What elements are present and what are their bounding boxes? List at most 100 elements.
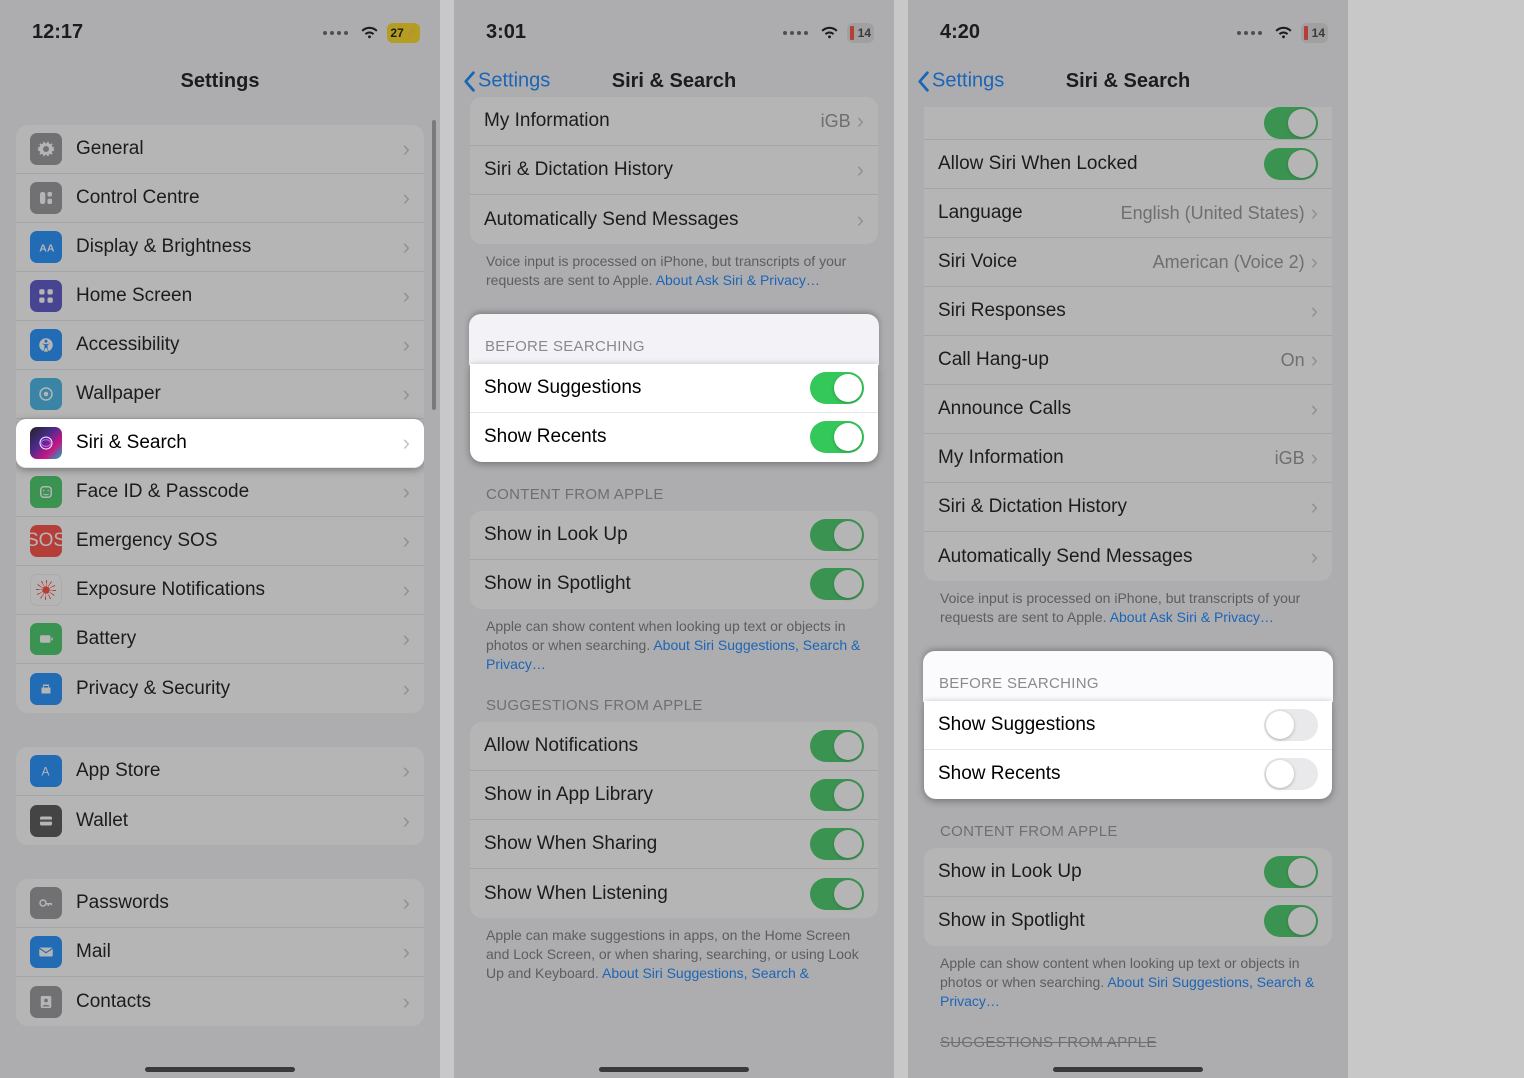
settings-row-automatically-send-messages[interactable]: Automatically Send Messages› [924, 532, 1332, 581]
row-label: Show When Sharing [484, 833, 810, 855]
battery-indicator: 14 [847, 23, 874, 43]
toggle[interactable] [1264, 148, 1318, 180]
toggle[interactable] [1264, 758, 1318, 790]
toggle[interactable] [810, 828, 864, 860]
chevron-right-icon: › [1311, 347, 1318, 373]
settings-row-show-in-look-up[interactable]: Show in Look Up [470, 511, 878, 560]
settings-row-app-store[interactable]: AApp Store› [16, 747, 424, 796]
scroll-indicator [432, 120, 436, 410]
settings-row-home-screen[interactable]: Home Screen› [16, 272, 424, 321]
suggestions-footer: Apple can make suggestions in apps, on t… [470, 918, 878, 983]
settings-row-battery[interactable]: Battery› [16, 615, 424, 664]
settings-row-face-id-passcode[interactable]: Face ID & Passcode› [16, 468, 424, 517]
settings-row-general[interactable]: General› [16, 125, 424, 174]
toggle[interactable] [1264, 107, 1318, 139]
settings-row-show-in-app-library[interactable]: Show in App Library [470, 771, 878, 820]
toggle[interactable] [810, 372, 864, 404]
settings-row-siri-search[interactable]: Siri & Search› [16, 419, 424, 468]
toggle[interactable] [1264, 709, 1318, 741]
toggle[interactable] [1264, 856, 1318, 888]
row-label: Control Centre [76, 187, 403, 209]
siri-icon [30, 427, 62, 459]
settings-row-wallpaper[interactable]: Wallpaper› [16, 370, 424, 419]
privacy-link[interactable]: About Ask Siri & Privacy… [1110, 609, 1274, 625]
toggle[interactable] [1264, 905, 1318, 937]
content-from-apple-header: CONTENT FROM APPLE [470, 462, 878, 511]
row-label: Home Screen [76, 285, 403, 307]
settings-row-show-in-spotlight[interactable]: Show in Spotlight [924, 897, 1332, 946]
settings-row-show-in-spotlight[interactable]: Show in Spotlight [470, 560, 878, 609]
cellular-dots-icon [323, 31, 348, 35]
settings-row-siri-voice[interactable]: Siri VoiceAmerican (Voice 2)› [924, 238, 1332, 287]
row-label: Contacts [76, 991, 403, 1013]
toggle[interactable] [810, 519, 864, 551]
contacts-icon [30, 986, 62, 1018]
settings-row-show-suggestions[interactable]: Show Suggestions [470, 364, 878, 413]
privacy-link[interactable]: About Siri Suggestions, Search & [602, 965, 809, 981]
settings-row-show-recents[interactable]: Show Recents [470, 413, 878, 462]
settings-row-mail[interactable]: Mail› [16, 928, 424, 977]
battery-indicator: 27⚡ [387, 23, 420, 43]
settings-row-language[interactable]: LanguageEnglish (United States)› [924, 189, 1332, 238]
row-label: Language [938, 202, 1121, 224]
privacy-link[interactable]: About Ask Siri & Privacy… [656, 272, 820, 288]
phone-screenshot-2: 3:01 14 Settings Siri & Search My Inform… [454, 0, 894, 1078]
settings-row-privacy-security[interactable]: Privacy & Security› [16, 664, 424, 713]
settings-group-3: Passwords›Mail›Contacts› [16, 879, 424, 1026]
toggle[interactable] [810, 878, 864, 910]
general-icon [30, 133, 62, 165]
settings-row-call-hang-up[interactable]: Call Hang-upOn› [924, 336, 1332, 385]
toggle[interactable] [810, 568, 864, 600]
chevron-right-icon: › [403, 758, 410, 784]
mail-icon [30, 936, 62, 968]
content-footer: Apple can show content when looking up t… [924, 946, 1332, 1011]
back-button[interactable]: Settings [462, 70, 550, 93]
settings-row-show-when-listening[interactable]: Show When Listening [470, 869, 878, 918]
row-label: General [76, 138, 403, 160]
settings-row-passwords[interactable]: Passwords› [16, 879, 424, 928]
content-footer: Apple can show content when looking up t… [470, 609, 878, 674]
toggle[interactable] [810, 730, 864, 762]
settings-row-show-recents[interactable]: Show Recents [924, 750, 1332, 799]
settings-row-automatically-send-messages[interactable]: Automatically Send Messages› [470, 195, 878, 244]
settings-row-show-in-look-up[interactable]: Show in Look Up [924, 848, 1332, 897]
cc-icon [30, 182, 62, 214]
wifi-icon [1274, 26, 1293, 40]
settings-row-my-information[interactable]: My InformationiGB› [924, 434, 1332, 483]
row-label: Siri Responses [938, 300, 1311, 322]
settings-row-allow-notifications[interactable]: Allow Notifications [470, 722, 878, 771]
settings-row-siri-dictation-history[interactable]: Siri & Dictation History› [924, 483, 1332, 532]
settings-row-siri-dictation-history[interactable]: Siri & Dictation History› [470, 146, 878, 195]
settings-row-control-centre[interactable]: Control Centre› [16, 174, 424, 223]
back-button[interactable]: Settings [916, 70, 1004, 93]
settings-row-contacts[interactable]: Contacts› [16, 977, 424, 1026]
settings-row-display-brightness[interactable]: AADisplay & Brightness› [16, 223, 424, 272]
settings-row-allow-siri-when-locked[interactable]: Allow Siri When Locked [924, 140, 1332, 189]
row-label: Accessibility [76, 334, 403, 356]
chevron-right-icon: › [1311, 445, 1318, 471]
settings-row-exposure-notifications[interactable]: Exposure Notifications› [16, 566, 424, 615]
page-title: Settings [181, 70, 260, 93]
sos-icon: SOS [30, 525, 62, 557]
row-label: Mail [76, 941, 403, 963]
settings-row-show-when-sharing[interactable]: Show When Sharing [470, 820, 878, 869]
toggle[interactable] [810, 421, 864, 453]
settings-row-accessibility[interactable]: Accessibility› [16, 321, 424, 370]
face-icon [30, 476, 62, 508]
settings-row-siri-responses[interactable]: Siri Responses› [924, 287, 1332, 336]
settings-row-announce-calls[interactable]: Announce Calls› [924, 385, 1332, 434]
row-label: Allow Notifications [484, 735, 810, 757]
phone-screenshot-1: 12:17 27⚡ Settings General›Control Centr… [0, 0, 440, 1078]
settings-row-emergency-sos[interactable]: SOSEmergency SOS› [16, 517, 424, 566]
wall-icon [30, 378, 62, 410]
svg-text:AA: AA [39, 243, 55, 255]
settings-row-wallet[interactable]: Wallet› [16, 796, 424, 845]
row-label: Show Suggestions [484, 377, 810, 399]
toggle[interactable] [810, 779, 864, 811]
home-indicator [145, 1067, 295, 1072]
settings-row-show-suggestions[interactable]: Show Suggestions [924, 701, 1332, 750]
content-from-apple-header: CONTENT FROM APPLE [924, 799, 1332, 848]
chevron-right-icon: › [403, 283, 410, 309]
home-icon [30, 280, 62, 312]
row-label: Show in Spotlight [484, 573, 810, 595]
